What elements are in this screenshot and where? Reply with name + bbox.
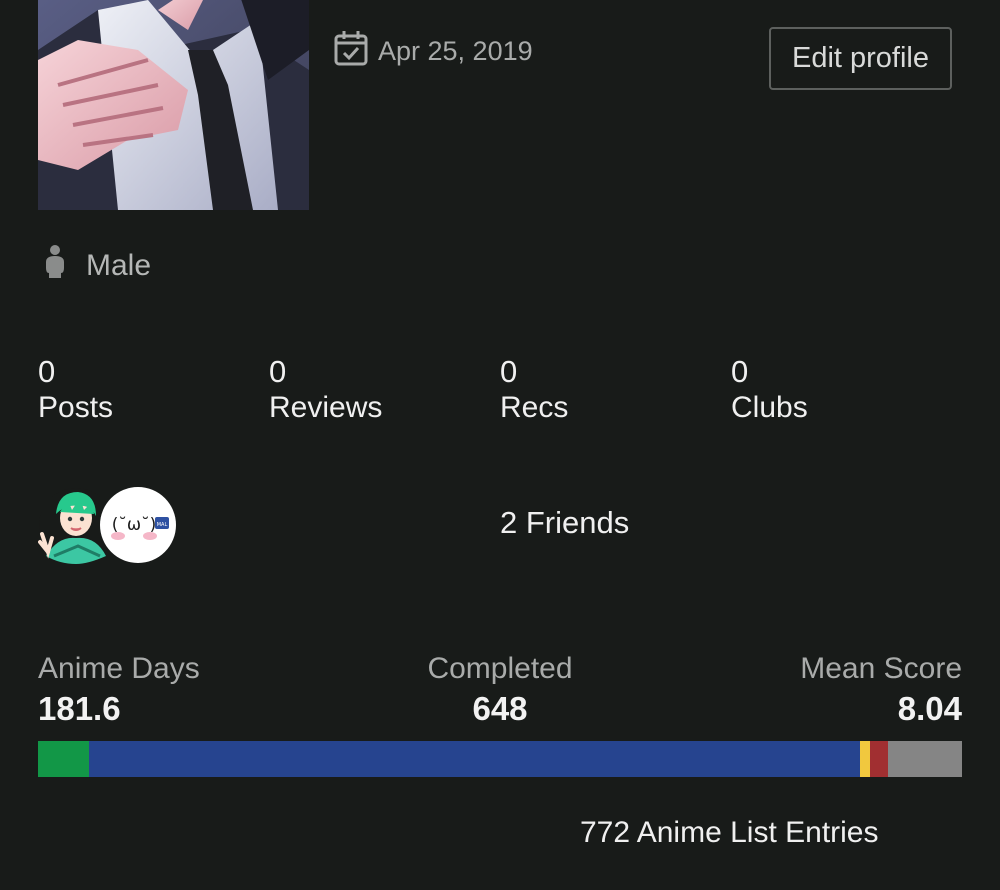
gender-text: Male xyxy=(86,249,152,282)
gender-row: Male xyxy=(42,244,152,288)
stat-clubs[interactable]: 0 Clubs xyxy=(731,354,808,426)
stat-posts[interactable]: 0 Posts xyxy=(38,354,113,426)
profile-avatar xyxy=(38,0,309,210)
mean-score-value: 8.04 xyxy=(897,690,962,727)
anime-list-entries-link[interactable]: 772 Anime List Entries xyxy=(580,816,879,850)
anime-status-bar xyxy=(38,741,962,777)
edit-profile-button[interactable]: Edit profile xyxy=(769,27,952,90)
stat-recs-count: 0 xyxy=(500,354,518,389)
stat-reviews[interactable]: 0 Reviews xyxy=(269,354,382,426)
stat-clubs-label: Clubs xyxy=(731,391,808,424)
completed-value: 648 xyxy=(472,690,528,727)
joined-date-text: Apr 25, 2019 xyxy=(378,35,533,66)
friend-mal-badge: MAL xyxy=(157,522,168,528)
status-segment-on-hold xyxy=(860,741,870,777)
stat-posts-count: 0 xyxy=(38,354,56,389)
stat-reviews-count: 0 xyxy=(269,354,287,389)
stat-reviews-label: Reviews xyxy=(269,391,383,424)
joined-date: Apr 25, 2019 xyxy=(334,30,533,73)
stat-clubs-count: 0 xyxy=(731,354,749,389)
status-segment-watching xyxy=(38,741,89,777)
stat-recs-label: Recs xyxy=(500,391,569,424)
friends-avatars[interactable]: (˘ω˘) MAL xyxy=(38,486,178,564)
friend-emoticon: (˘ω˘) xyxy=(112,515,157,535)
status-segment-completed xyxy=(88,741,861,777)
friend-avatar-2[interactable]: (˘ω˘) MAL xyxy=(100,487,176,563)
calendar-icon xyxy=(334,30,368,73)
mean-score-label: Mean Score xyxy=(800,652,962,685)
stat-posts-label: Posts xyxy=(38,391,114,424)
friends-count-link[interactable]: 2 Friends xyxy=(500,505,629,541)
profile-page: Apr 25, 2019 Edit profile Male 0 Posts 0… xyxy=(0,0,1000,890)
stat-recs[interactable]: 0 Recs xyxy=(500,354,568,426)
person-icon xyxy=(42,244,68,288)
status-segment-plan-to-watch xyxy=(888,741,962,777)
status-segment-dropped xyxy=(869,741,889,777)
